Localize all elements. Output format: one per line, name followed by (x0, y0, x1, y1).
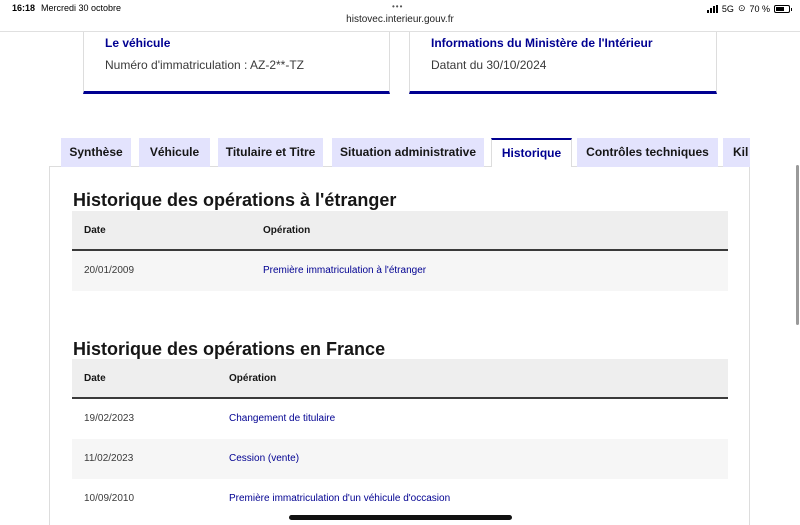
table-row: 11/02/2023 Cession (vente) (72, 439, 728, 479)
table-row: 20/01/2009 Première immatriculation à l'… (72, 251, 728, 291)
row-date: 20/01/2009 (84, 265, 135, 276)
column-header-operation: Opération (263, 225, 311, 236)
battery-label: 70 % (749, 3, 770, 14)
multitasking-dots-icon[interactable]: ••• (392, 2, 403, 11)
table-row: 19/02/2023 Changement de titulaire (72, 399, 728, 439)
table-row: 10/09/2010 Première immatriculation d'un… (72, 479, 728, 519)
tab-controles-techniques[interactable]: Contrôles techniques (577, 138, 718, 167)
status-indicators: 5G ⊙ 70 % (706, 3, 792, 14)
column-header-date: Date (84, 225, 106, 236)
row-date: 11/02/2023 (84, 453, 134, 464)
tab-titulaire[interactable]: Titulaire et Titre (218, 138, 323, 167)
location-icon: ⊙ (737, 3, 746, 13)
status-time: 16:18 (12, 3, 36, 13)
vehicle-card: Le véhicule Numéro d'immatriculation : A… (83, 32, 390, 94)
row-date: 10/09/2010 (84, 493, 135, 504)
row-date: 19/02/2023 (84, 413, 135, 424)
row-operation[interactable]: Première immatriculation à l'étranger (263, 251, 426, 291)
ministry-card-title: Informations du Ministère de l'Intérieur (431, 36, 653, 50)
status-bar: 16:18 Mercredi 30 octobre ••• histovec.i… (0, 0, 800, 32)
registration-number: Numéro d'immatriculation : AZ-2**-TZ (105, 58, 305, 72)
battery-icon (774, 4, 792, 13)
abroad-history-table: Date Opération 20/01/2009 Première immat… (72, 211, 728, 291)
column-header-date: Date (84, 373, 106, 384)
row-operation[interactable]: Cession (vente) (229, 439, 299, 479)
tab-vehicule[interactable]: Véhicule (139, 138, 210, 167)
column-header-operation: Opération (229, 373, 277, 384)
row-operation[interactable]: Première immatriculation d'un véhicule d… (229, 479, 450, 519)
vehicle-card-title: Le véhicule (105, 36, 171, 50)
page-scrollbar[interactable] (796, 165, 799, 325)
network-label: 5G (721, 3, 734, 14)
status-date: Mercredi 30 octobre (41, 3, 122, 13)
tab-synthese[interactable]: Synthèse (61, 138, 131, 167)
tab-bar: Synthèse Véhicule Titulaire et Titre Sit… (61, 138, 750, 167)
home-indicator[interactable] (289, 515, 512, 520)
table-header: Date Opération (72, 359, 728, 399)
ministry-card: Informations du Ministère de l'Intérieur… (409, 32, 717, 94)
abroad-history-title: Historique des opérations à l'étranger (73, 190, 397, 210)
tab-kilometrage[interactable]: Kil (723, 138, 750, 167)
ministry-date: Datant du 30/10/2024 (431, 58, 547, 72)
row-operation[interactable]: Changement de titulaire (229, 399, 335, 439)
france-history-title: Historique des opérations en France (73, 339, 386, 359)
address-bar-url[interactable]: histovec.interieur.gouv.fr (0, 14, 800, 25)
france-history-table: Date Opération 19/02/2023 Changement de … (72, 359, 728, 519)
signal-icon (706, 4, 718, 13)
table-header: Date Opération (72, 211, 728, 251)
tab-situation-administrative[interactable]: Situation administrative (332, 138, 484, 167)
tab-historique[interactable]: Historique (491, 138, 572, 167)
